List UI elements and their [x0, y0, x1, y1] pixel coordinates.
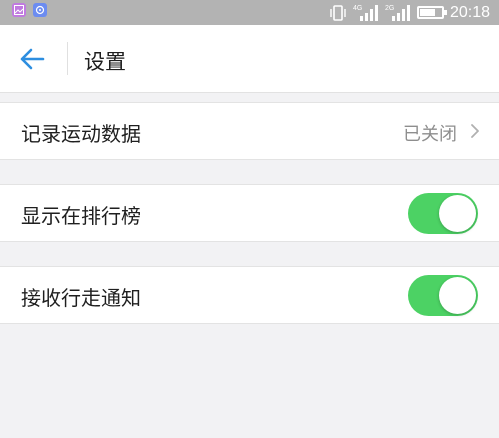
show-ranking-label: 显示在排行榜	[21, 204, 141, 228]
status-bar: 4G 2G 20:18	[0, 0, 499, 25]
battery-charging-icon	[416, 6, 447, 19]
record-data-row[interactable]: 记录运动数据 已关闭	[0, 102, 499, 160]
vibrate-icon	[330, 4, 346, 21]
page-title: 设置	[84, 50, 126, 74]
back-button[interactable]	[14, 41, 50, 77]
app-icon	[33, 3, 47, 17]
record-data-label: 记录运动数据	[21, 122, 141, 146]
status-time: 20:18	[449, 3, 490, 21]
network-type-label: 4G	[353, 5, 362, 12]
toggle-knob	[439, 277, 476, 314]
notification-icons	[12, 3, 47, 17]
show-ranking-toggle[interactable]	[408, 193, 478, 234]
app-header: 设置	[0, 25, 499, 93]
receive-notifications-toggle[interactable]	[408, 275, 478, 316]
show-ranking-row: 显示在排行榜	[0, 184, 499, 242]
chevron-right-icon	[471, 124, 479, 138]
record-data-value: 已关闭	[403, 124, 457, 145]
network-type-label: 2G	[385, 5, 394, 12]
arrow-left-icon	[20, 48, 45, 70]
signal-icon: 4G	[353, 4, 378, 21]
signal-icon: 2G	[385, 4, 410, 21]
gallery-icon	[12, 3, 26, 17]
system-indicators: 4G 2G 20:18	[329, 0, 490, 25]
receive-notifications-label: 接收行走通知	[21, 286, 141, 310]
toggle-knob	[439, 195, 476, 232]
header-divider	[67, 42, 68, 75]
receive-notifications-row: 接收行走通知	[0, 266, 499, 324]
